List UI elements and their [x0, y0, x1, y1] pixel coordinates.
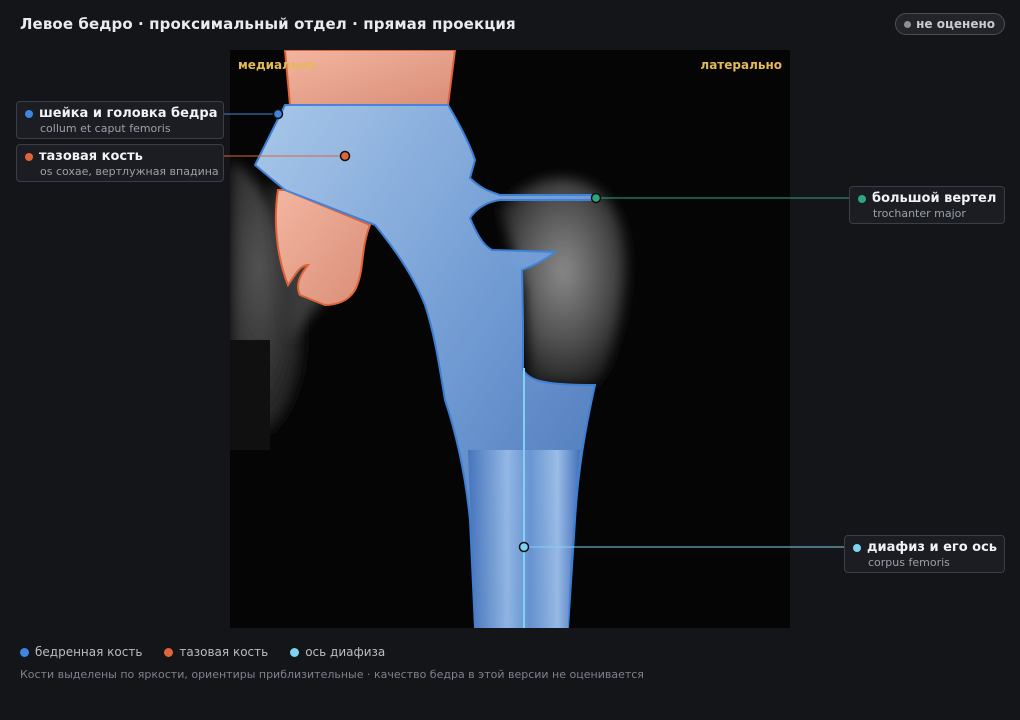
legend-item-femur: бедренная кость [20, 645, 142, 659]
label-latin: trochanter major [873, 207, 966, 220]
dot-icon [20, 647, 29, 657]
orientation-medial: медиально [238, 58, 316, 72]
dot-icon [290, 647, 300, 657]
status-badge-label: не оценено [916, 17, 995, 31]
label-shaft[interactable]: диафиз и его ось corpus femoris [844, 535, 1005, 573]
dot-icon [858, 194, 866, 203]
legend-label: тазовая кость [179, 645, 269, 659]
label-latin: collum et caput femoris [40, 122, 171, 135]
legend-item-pelvis: тазовая кость [164, 645, 268, 659]
dot-icon [25, 109, 33, 118]
legend-label: ось диафиза [305, 645, 386, 659]
xray-image [230, 50, 790, 628]
dot-icon [25, 152, 33, 161]
label-latin: corpus femoris [868, 556, 950, 569]
label-name: большой вертел [872, 191, 997, 206]
legend-label: бедренная кость [35, 645, 143, 659]
legend-item-axis: ось диафиза [290, 645, 385, 659]
label-latin: os coxae, вертлужная впадина [40, 165, 219, 178]
orientation-lateral: латерально [700, 58, 782, 72]
status-badge[interactable]: не оценено [895, 13, 1005, 35]
legend: бедренная кость тазовая кость ось диафиз… [20, 645, 385, 659]
dot-icon [853, 543, 861, 552]
status-dot-icon [904, 20, 912, 28]
label-pelvic-bone[interactable]: тазовая кость os coxae, вертлужная впади… [16, 144, 224, 182]
xray-viewer[interactable]: медиально латерально [230, 50, 790, 628]
label-femoral-neck[interactable]: шейка и головка бедра collum et caput fe… [16, 101, 224, 139]
label-name: шейка и головка бедра [39, 106, 218, 121]
dot-icon [164, 647, 174, 657]
dark-region [230, 340, 270, 450]
label-name: тазовая кость [39, 149, 143, 164]
label-name: диафиз и его ось [867, 540, 998, 555]
page-title: Левое бедро · проксимальный отдел · прям… [20, 15, 516, 33]
label-trochanter[interactable]: большой вертел trochanter major [849, 186, 1005, 224]
footnote: Кости выделены по яркости, ориентиры при… [20, 668, 644, 681]
